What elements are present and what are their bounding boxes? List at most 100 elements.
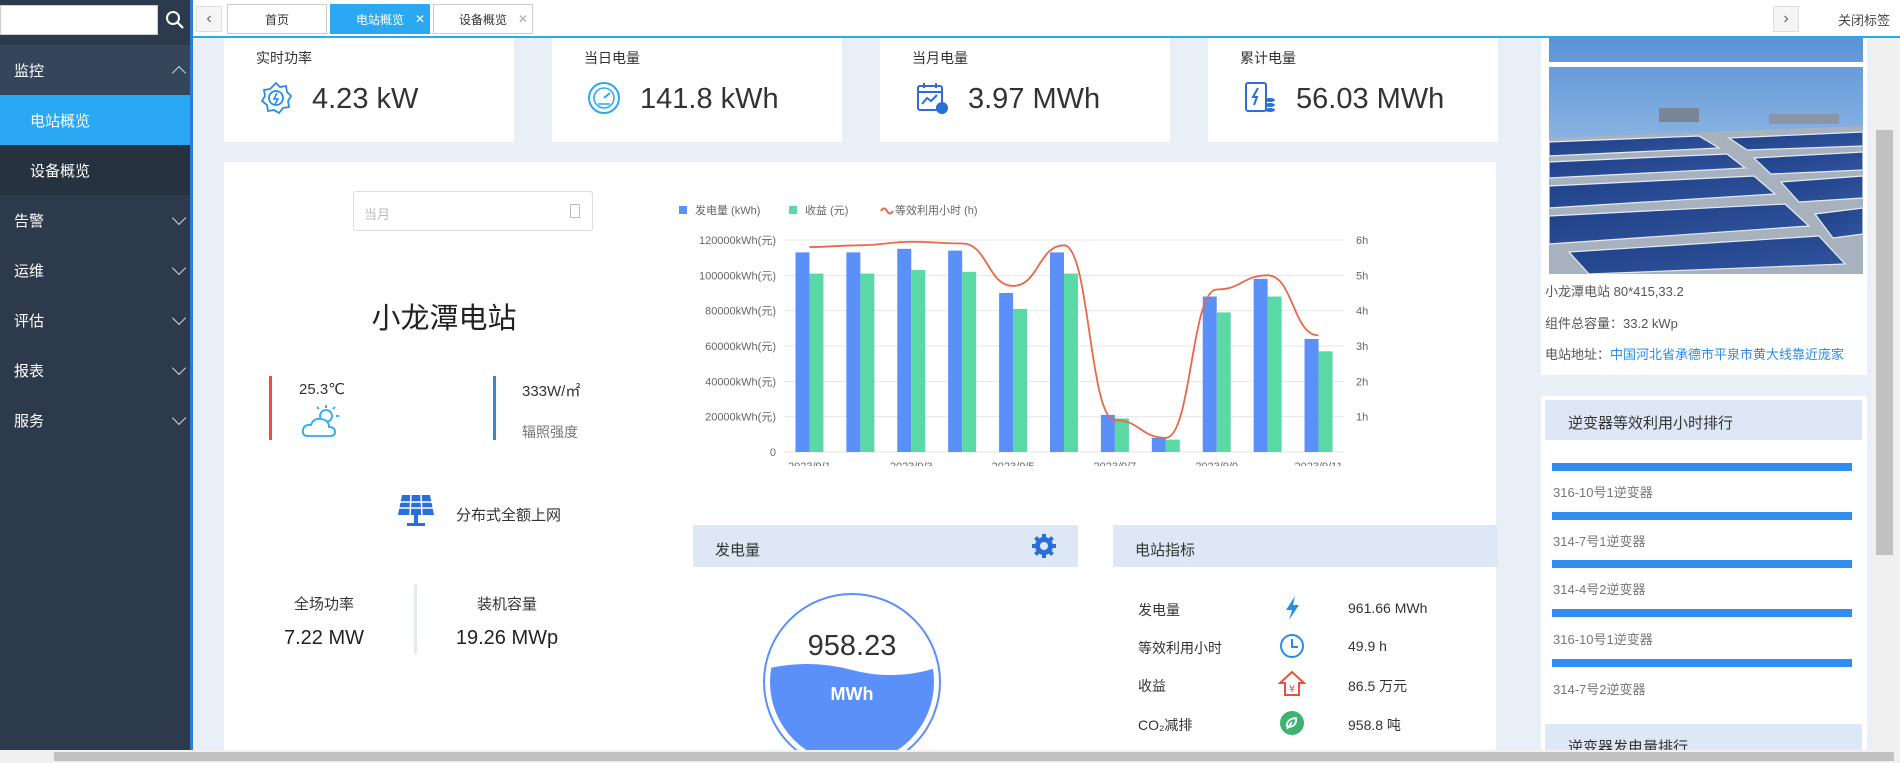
chevron-down-icon (171, 210, 187, 225)
kpi-card-monthly-energy: 当月电量 3.97 MWh (880, 38, 1170, 142)
kpi-label: 实时功率 (256, 50, 312, 66)
y-tick-label: 0 (770, 447, 776, 459)
vertical-scroll-thumb[interactable] (1876, 130, 1893, 555)
bar (897, 248, 912, 452)
y2-tick-label: 2h (1356, 376, 1368, 388)
menu-item-alarm[interactable]: 告警 (0, 195, 192, 245)
menu-label: 评估 (14, 312, 45, 330)
rank-item-label: 314-7号2逆变器 (1553, 682, 1646, 697)
indicator-value: 86.5 万元 (1348, 678, 1408, 694)
station-address: 电站地址：中国河北省承德市平泉市黄大线靠近庞家 (1545, 344, 1844, 363)
tabs-next-button[interactable]: › (1773, 6, 1799, 32)
indicator-value: 961.66 MWh (1348, 600, 1428, 616)
kpi-card-daily-energy: 当日电量 141.8 kWh (552, 38, 842, 142)
ranking-header: 逆变器等效利用小时排行 (1545, 400, 1862, 440)
bar (809, 273, 824, 452)
menu-item-reports[interactable]: 报表 (0, 345, 192, 395)
y2-tick-label: 5h (1356, 270, 1368, 282)
tab-device-overview[interactable]: 设备概览 ✕ (433, 4, 533, 34)
gear-icon[interactable] (1032, 534, 1056, 558)
kpi-value: 3.97 MWh (968, 83, 1101, 115)
menu-label: 设备概览 (30, 162, 91, 180)
indicators-title: 电站指标 (1135, 542, 1196, 559)
rank-bar (1552, 463, 1852, 471)
bar (860, 273, 875, 452)
menu-label: 报表 (14, 362, 45, 380)
indicator-row: 发电量 961.66 MWh (1138, 594, 1468, 624)
date-picker[interactable]: 当月 (353, 191, 593, 231)
daily-generation-chart: 发电量 (kWh) 收益 (元) 等效利用小时 (h) 0 20000kWh(元) 400… (679, 203, 1368, 466)
horizontal-scroll-thumb[interactable] (54, 752, 1894, 761)
y-tick-label: 120000kWh(元) (699, 235, 776, 247)
menu-item-station-overview[interactable]: 电站概览 (0, 95, 192, 145)
indicator-row: 收益 ¥ 86.5 万元 (1138, 670, 1468, 700)
legend-line-swatch (880, 207, 894, 215)
chevron-left-icon: ‹ (206, 10, 212, 27)
menu-label: 告警 (14, 212, 45, 230)
y-tick-label: 40000kWh(元) (705, 376, 776, 388)
indicator-label: CO₂减排 (1138, 717, 1193, 733)
kpi-card-total-energy: 累计电量 56.03 MWh (1208, 38, 1498, 142)
menu-item-device-overview[interactable]: 设备概览 (0, 145, 192, 195)
generation-title: 发电量 (715, 542, 761, 559)
x-tick-label: 2023/9/1 (788, 461, 831, 466)
bar (1318, 351, 1333, 452)
address-link[interactable]: 中国河北省承德市平泉市黄大线靠近庞家 (1610, 347, 1844, 362)
power-icon (260, 81, 293, 115)
kpi-label: 当日电量 (584, 50, 640, 66)
kpi-value: 56.03 MWh (1296, 83, 1445, 115)
stats-divider (414, 584, 417, 654)
x-tick-label: 2023/9/3 (890, 461, 933, 466)
bar (1151, 437, 1166, 452)
lightning-icon (1286, 596, 1299, 620)
search-input[interactable] (0, 5, 158, 35)
tab-label: 电站概览 (355, 12, 404, 27)
y-tick-label: 60000kWh(元) (705, 341, 776, 353)
x-tick-label: 2023/9/7 (1093, 461, 1136, 466)
menu-label: 监控 (14, 62, 45, 80)
rank-item-label: 316-10号1逆变器 (1553, 485, 1653, 500)
rank-item-label: 316-10号1逆变器 (1553, 632, 1653, 647)
indicator-row: 等效利用小时 49.9 h (1138, 632, 1468, 662)
close-all-tabs-button[interactable]: 关闭标签 (1838, 10, 1890, 29)
rank-item-label: 314-7号1逆变器 (1553, 534, 1646, 549)
solar-panel-icon (398, 494, 434, 526)
kpi-label: 当月电量 (912, 50, 968, 66)
bar (948, 250, 963, 452)
menu-item-services[interactable]: 服务 (0, 395, 192, 445)
indicators-panel-header: 电站指标 (1113, 525, 1498, 567)
indicator-label: 收益 (1138, 678, 1166, 694)
x-tick-label: 2023/9/5 (992, 461, 1035, 466)
bar (795, 252, 810, 452)
sidebar-edge (190, 0, 193, 763)
temperature-accent (269, 376, 272, 440)
generation-value: 958.23 (807, 630, 897, 662)
close-icon[interactable]: ✕ (415, 12, 425, 26)
close-icon[interactable]: ✕ (518, 12, 528, 26)
legend-label: 发电量 (kWh) (695, 203, 760, 217)
bar (1216, 312, 1231, 452)
grid-mode-label: 分布式全额上网 (456, 507, 562, 524)
bar (1267, 296, 1282, 452)
tab-label: 设备概览 (458, 12, 507, 27)
menu-item-operations[interactable]: 运维 (0, 245, 192, 295)
tab-station-overview[interactable]: 电站概览 ✕ (330, 4, 430, 34)
energy-stack-icon (1245, 82, 1275, 112)
x-tick-label: 2023/9/9 (1195, 461, 1238, 466)
tab-home[interactable]: 首页 (227, 4, 327, 34)
legend-label: 等效利用小时 (h) (895, 203, 978, 217)
station-info-card: 小龙潭电站 80*415,33.2 组件总容量：33.2 kWp 电站地址：中国… (1541, 38, 1867, 375)
menu-item-evaluation[interactable]: 评估 (0, 295, 192, 345)
search-icon[interactable] (160, 5, 190, 35)
menu-item-monitor[interactable]: 监控 (0, 45, 192, 95)
total-power-label: 全场功率 (293, 596, 354, 613)
bar (1064, 273, 1078, 452)
clock-icon (1280, 634, 1304, 658)
y-tick-label: 100000kWh(元) (699, 270, 776, 282)
kpi-label: 累计电量 (1240, 50, 1296, 66)
menu-label: 运维 (14, 262, 45, 280)
gauge-icon (588, 82, 620, 114)
inverter-ranking-panel: 逆变器等效利用小时排行 316-10号1逆变器 314-7号1逆变器 314-4… (1541, 396, 1867, 763)
tabs-prev-button[interactable]: ‹ (196, 6, 222, 32)
menu-label: 服务 (14, 412, 45, 430)
